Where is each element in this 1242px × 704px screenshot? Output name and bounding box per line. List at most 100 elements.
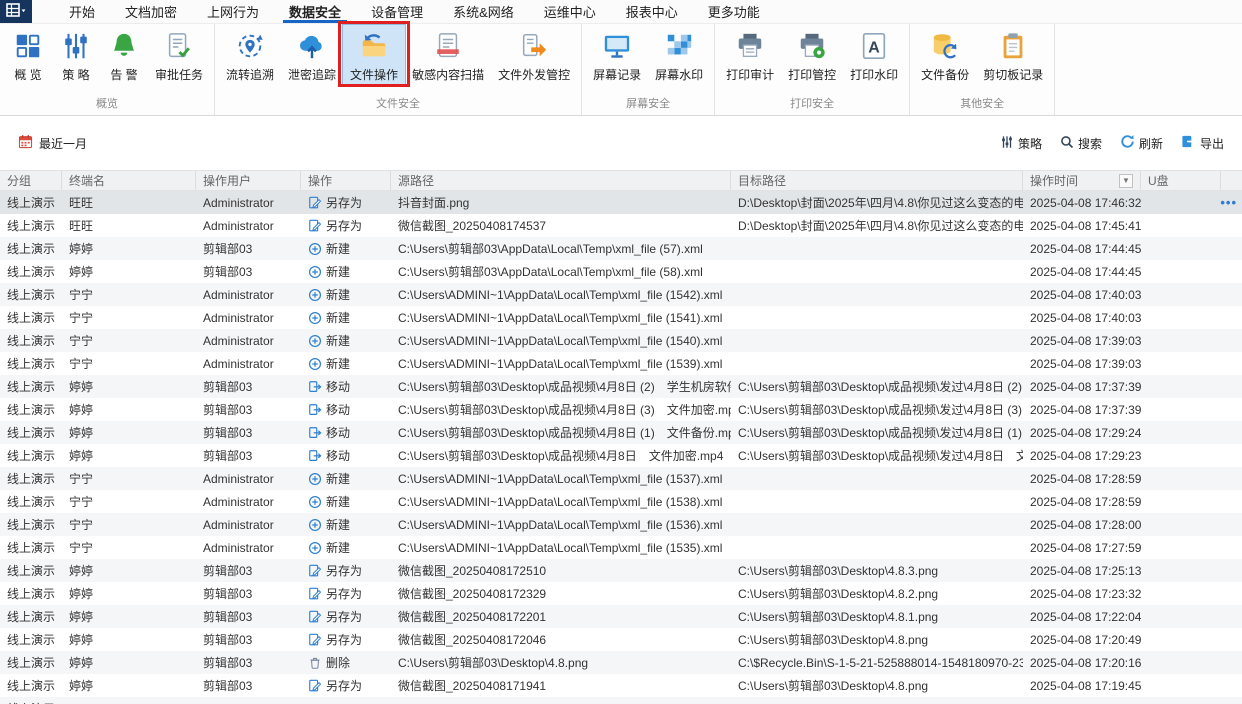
ribbon-item-clipboard-record[interactable]: 剪切板记录 bbox=[976, 25, 1050, 85]
column-header-group[interactable]: 分组 bbox=[0, 171, 62, 190]
table-row[interactable]: 线上演示 宁宁 Administrator 新建 C:\Users\ADMINI… bbox=[0, 490, 1242, 513]
ribbon-item-label: 敏感内容扫描 bbox=[412, 68, 485, 82]
menu-tab-system-network[interactable]: 系统&网络 bbox=[438, 0, 529, 23]
menu-tab-data-security[interactable]: 数据安全 bbox=[274, 0, 356, 23]
policy-button[interactable]: 策略 bbox=[1000, 135, 1042, 152]
operation-label: 另存为 bbox=[326, 610, 363, 624]
ribbon-item-policy[interactable]: 策 略 bbox=[52, 25, 100, 85]
table-row[interactable]: 线上演示 婷婷 剪辑部03 新建 C:\Users\剪辑部03\AppData\… bbox=[0, 260, 1242, 283]
cell-group: 线上演示 bbox=[7, 265, 56, 279]
table-row[interactable]: 线上演示 婷婷 剪辑部03 另存为 微信截图_20250408172510 C:… bbox=[0, 559, 1242, 582]
menu-tab-doc-encryption[interactable]: 文档加密 bbox=[110, 0, 192, 23]
cell-time: 2025-04-08 17:40:03 bbox=[1030, 310, 1141, 325]
save-as-icon bbox=[308, 219, 322, 233]
table-row[interactable]: 线上演示 婷婷 剪辑部03 移动 C:\Users\剪辑部03\Desktop\… bbox=[0, 444, 1242, 467]
table-row[interactable]: 线上演示 宁宁 Administrator 新建 C:\Users\ADMINI… bbox=[0, 306, 1242, 329]
column-header-source-path[interactable]: 源路径 bbox=[391, 171, 731, 190]
cell-source-path: 微信截图_20250408174537 bbox=[398, 219, 547, 233]
table-row[interactable]: 线上演示 婷婷 剪辑部03 另存为 微信截图_20250408172329 C:… bbox=[0, 582, 1242, 605]
table-row[interactable]: 线上演示 宁宁 Administrator 新建 C:\Users\ADMINI… bbox=[0, 536, 1242, 559]
search-button[interactable]: 搜索 bbox=[1060, 135, 1102, 152]
save-as-icon bbox=[308, 196, 322, 210]
menu-tab-report-center[interactable]: 报表中心 bbox=[611, 0, 693, 23]
table-row[interactable]: 线上演示 婷婷 剪辑部03 另存为 微信截图_20250408172046 C:… bbox=[0, 628, 1242, 651]
table-row[interactable]: 线上演示 宁宁 Administrator 新建 C:\Users\ADMINI… bbox=[0, 467, 1242, 490]
cell-operation: 新建 bbox=[301, 470, 391, 487]
app-menu-button[interactable] bbox=[0, 0, 32, 23]
ribbon-group-screen-security: 屏幕记录 屏幕水印 屏幕安全 bbox=[582, 24, 716, 115]
menu-tab-ops-center[interactable]: 运维中心 bbox=[529, 0, 611, 23]
operation-label: 另存为 bbox=[326, 633, 363, 647]
cell-operation: 新建 bbox=[301, 309, 391, 326]
refresh-button[interactable]: 刷新 bbox=[1120, 134, 1163, 152]
ribbon-item-overview[interactable]: 概 览 bbox=[4, 25, 52, 85]
table-row[interactable]: 线上演示 旺旺 Administrator 另存为 微信截图_202504081… bbox=[0, 214, 1242, 237]
menu-tab-web-behavior[interactable]: 上网行为 bbox=[192, 0, 274, 23]
ribbon-item-flow-trace[interactable]: 流转追溯 bbox=[219, 25, 281, 85]
ribbon-item-file-backup[interactable]: 文件备份 bbox=[914, 25, 976, 85]
ribbon-group-other-security: 文件备份 剪切板记录 其他安全 bbox=[910, 24, 1056, 115]
ribbon-item-approval-tasks[interactable]: 审批任务 bbox=[148, 25, 210, 85]
table-row[interactable]: 线上演示 宁宁 Administrator 新建 C:\Users\ADMINI… bbox=[0, 283, 1242, 306]
ribbon-item-leak-trace[interactable]: 泄密追踪 bbox=[281, 25, 343, 85]
cell-source-path: 抖音封面.png bbox=[398, 196, 470, 210]
cell-group: 线上演示 bbox=[7, 518, 56, 532]
table-row[interactable]: 线上演示 宁宁 Administrator 新建 C:\Users\ADMINI… bbox=[0, 329, 1242, 352]
table-row[interactable]: 线上演示 婷婷 剪辑部03 另存为 微信截图_20250408171941 C:… bbox=[0, 674, 1242, 697]
cell-terminal: 旺旺 bbox=[69, 219, 94, 233]
cell-operation: 新建 bbox=[301, 286, 391, 303]
table-row[interactable]: 线上演示 婷婷 剪辑部03 移动 C:\Users\剪辑部03\Desktop\… bbox=[0, 375, 1242, 398]
column-header-target-path[interactable]: 目标路径 bbox=[731, 171, 1023, 190]
ribbon-item-screen-record[interactable]: 屏幕记录 bbox=[586, 25, 648, 85]
time-filter-dropdown-icon[interactable]: ▼ bbox=[1119, 173, 1133, 188]
date-range-filter[interactable]: 最近一月 bbox=[18, 134, 87, 152]
cell-time: 2025-04-08 17:28:00 bbox=[1030, 517, 1141, 532]
ribbon-item-label: 文件操作 bbox=[350, 68, 399, 82]
file-operations-icon bbox=[357, 29, 391, 63]
menu-tab-start[interactable]: 开始 bbox=[54, 0, 110, 23]
menu-tab-device-management[interactable]: 设备管理 bbox=[356, 0, 438, 23]
cell-time: 2025-04-08 17:39:03 bbox=[1030, 356, 1141, 371]
ribbon-item-file-operations[interactable]: 文件操作 bbox=[338, 21, 411, 87]
ribbon-item-print-watermark[interactable]: A 打印水印 bbox=[843, 25, 905, 85]
table-row[interactable]: 线上演示 宁宁 Administrator 新建 C:\Users\ADMINI… bbox=[0, 513, 1242, 536]
column-header-operation[interactable]: 操作 bbox=[301, 171, 391, 190]
cell-target-path: C:\Users\剪辑部03\Desktop\4.8.png bbox=[738, 633, 929, 647]
ribbon-item-label: 屏幕水印 bbox=[655, 68, 704, 82]
ribbon-item-print-audit[interactable]: 打印审计 bbox=[719, 25, 781, 85]
table-row[interactable]: 线上演示 婷婷 剪辑部03 移动 C:\Users\剪辑部03\Desktop\… bbox=[0, 421, 1242, 444]
ribbon-item-alert[interactable]: 告 警 bbox=[100, 25, 148, 85]
table-row[interactable]: 线上演示 宁宁 Administrator 新建 C:\Users\ADMINI… bbox=[0, 352, 1242, 375]
ribbon-item-print-control[interactable]: 打印管控 bbox=[781, 25, 843, 85]
table-row[interactable]: 线上演示 旺旺 Administrator 另存为 抖音封面.png D:\De… bbox=[0, 191, 1242, 214]
cell-terminal: 宁宁 bbox=[69, 357, 94, 371]
table-row[interactable]: 线上演示 婷婷 剪辑部03 另存为 微信截图_20250408172201 C:… bbox=[0, 605, 1242, 628]
export-button[interactable]: 导出 bbox=[1181, 134, 1224, 152]
ribbon-item-content-scan[interactable]: 敏感内容扫描 bbox=[405, 25, 491, 85]
cell-terminal: 婷婷 bbox=[69, 587, 94, 601]
table-row[interactable]: 线上演示 bbox=[0, 697, 1242, 704]
cell-user: 剪辑部03 bbox=[203, 449, 253, 463]
table-row[interactable]: 线上演示 婷婷 剪辑部03 删除 C:\Users\剪辑部03\Desktop\… bbox=[0, 651, 1242, 674]
cell-operation: 另存为 bbox=[301, 562, 391, 579]
column-header-terminal[interactable]: 终端名 bbox=[62, 171, 196, 190]
search-button-label: 搜索 bbox=[1077, 136, 1102, 151]
new-icon bbox=[308, 357, 322, 371]
ribbon-item-outgoing-control[interactable]: 文件外发管控 bbox=[491, 25, 577, 85]
column-header-usb[interactable]: U盘 bbox=[1141, 171, 1221, 190]
column-header-time[interactable]: 操作时间 ▼ bbox=[1023, 171, 1141, 190]
move-icon bbox=[308, 380, 322, 394]
table-row[interactable]: 线上演示 婷婷 剪辑部03 新建 C:\Users\剪辑部03\AppData\… bbox=[0, 237, 1242, 260]
cell-time: 2025-04-08 17:37:39 bbox=[1030, 402, 1141, 417]
row-actions-menu[interactable]: ••• bbox=[1220, 191, 1237, 214]
column-header-user[interactable]: 操作用户 bbox=[196, 171, 301, 190]
cell-group: 线上演示 bbox=[7, 219, 56, 233]
menu-tab-more-functions[interactable]: 更多功能 bbox=[693, 0, 775, 23]
overview-icon bbox=[11, 29, 45, 63]
cell-operation: 移动 bbox=[301, 447, 391, 464]
cell-user: 剪辑部03 bbox=[203, 265, 253, 279]
save-as-icon bbox=[308, 633, 322, 647]
cell-group: 线上演示 bbox=[7, 426, 56, 440]
table-row[interactable]: 线上演示 婷婷 剪辑部03 移动 C:\Users\剪辑部03\Desktop\… bbox=[0, 398, 1242, 421]
ribbon-item-screen-watermark[interactable]: 屏幕水印 bbox=[648, 25, 710, 85]
